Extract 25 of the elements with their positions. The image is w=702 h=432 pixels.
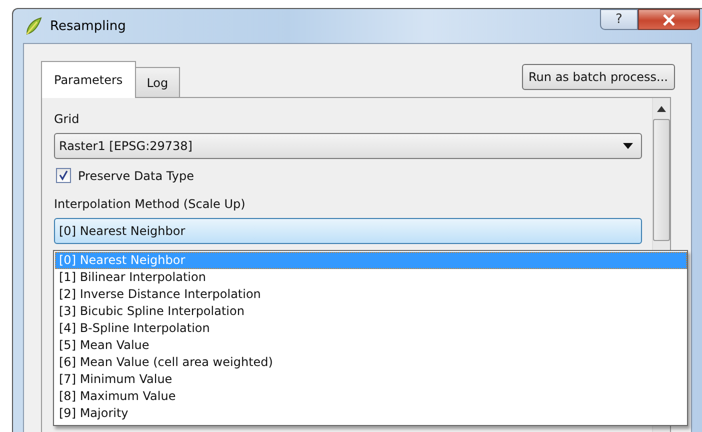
dropdown-option[interactable]: [6] Mean Value (cell area weighted) bbox=[55, 354, 687, 371]
close-button[interactable] bbox=[638, 9, 700, 30]
grid-label: Grid bbox=[54, 112, 80, 126]
dropdown-option[interactable]: [3] Bicubic Spline Interpolation bbox=[55, 303, 687, 320]
grid-dropdown[interactable]: Raster1 [EPSG:29738] bbox=[54, 133, 642, 159]
leaf-icon bbox=[25, 16, 43, 36]
dropdown-option[interactable]: [5] Mean Value bbox=[55, 337, 687, 354]
caret-icon bbox=[623, 143, 633, 149]
interpolation-label: Interpolation Method (Scale Up) bbox=[54, 197, 246, 211]
checkbox-label: Preserve Data Type bbox=[78, 168, 194, 182]
tab[interactable]: Parameters bbox=[41, 61, 136, 98]
help-button[interactable]: ? bbox=[600, 9, 638, 30]
dropdown-option[interactable]: [9] Majority bbox=[55, 405, 687, 422]
tab[interactable]: Log bbox=[134, 67, 180, 97]
run-batch-button[interactable]: Run as batch process... bbox=[522, 64, 675, 90]
scroll-up-arrow-icon[interactable] bbox=[657, 106, 666, 112]
close-icon bbox=[662, 14, 676, 26]
window-title: Resampling bbox=[50, 18, 126, 34]
interpolation-dropdown[interactable]: [0] Nearest Neighbor bbox=[54, 218, 642, 244]
dropdown-option[interactable]: [2] Inverse Distance Interpolation bbox=[55, 286, 687, 303]
dropdown-option[interactable]: [4] B-Spline Interpolation bbox=[55, 320, 687, 337]
dropdown-option[interactable]: [1] Bilinear Interpolation bbox=[55, 269, 687, 286]
checkbox[interactable] bbox=[56, 168, 71, 183]
dropdown-option[interactable]: [8] Maximum Value bbox=[55, 388, 687, 405]
dropdown-option[interactable]: [7] Minimum Value bbox=[55, 371, 687, 388]
